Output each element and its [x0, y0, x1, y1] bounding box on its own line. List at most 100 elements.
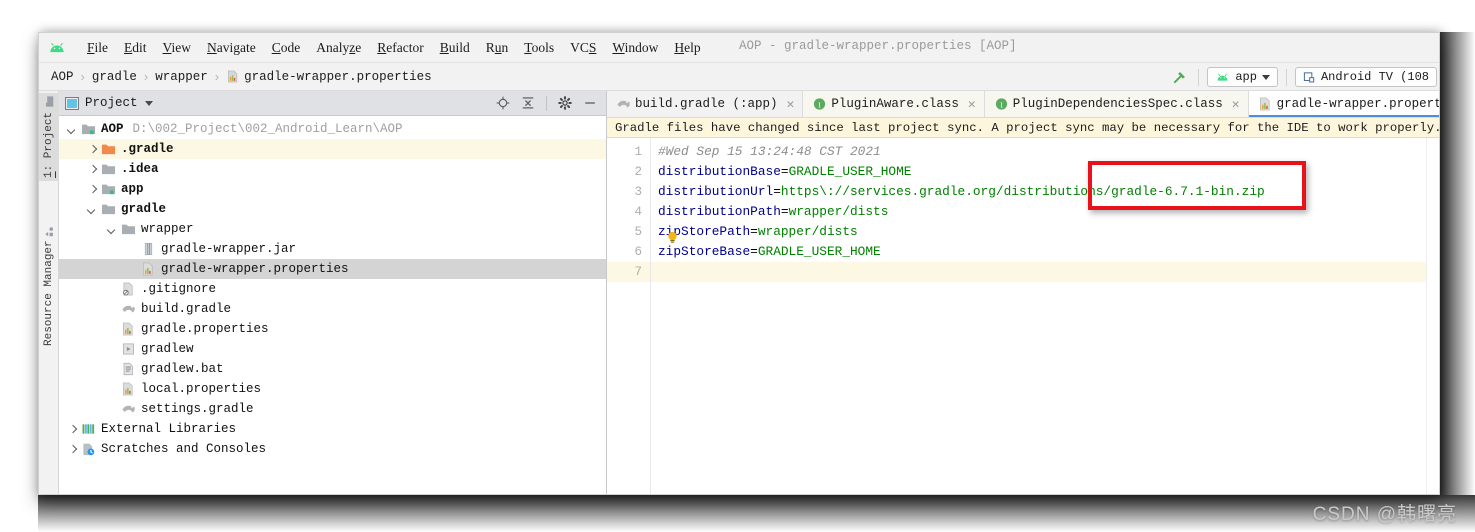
code-token: https\://services.gradle.org/distributio… — [780, 184, 1265, 199]
chevron-closed-icon[interactable] — [67, 444, 78, 455]
tree-row[interactable]: local.properties — [59, 379, 606, 399]
toolstrip-item-resource-manager[interactable]: Resource Manager — [39, 211, 59, 361]
code-line[interactable]: distributionUrl=https\://services.gradle… — [651, 182, 1426, 202]
tree-node-label: gradlew — [141, 342, 194, 356]
line-number-gutter: 1 2 3 4 5 6 7 — [607, 138, 651, 494]
menu-view[interactable]: View — [155, 38, 199, 58]
build-hammer-icon[interactable] — [1168, 67, 1190, 87]
tree-row[interactable]: gradle-wrapper.jar — [59, 239, 606, 259]
editor-tab[interactable]: I PluginDependenciesSpec.class ✕ — [984, 91, 1249, 117]
menu-help[interactable]: Help — [666, 38, 708, 58]
menu-build[interactable]: Build — [432, 38, 478, 58]
tree-row[interactable]: gradle — [59, 199, 606, 219]
menu-vcs[interactable]: VCS — [562, 38, 604, 58]
collapse-all-icon[interactable] — [521, 96, 535, 110]
editor-tab[interactable]: I PluginAware.class ✕ — [803, 91, 985, 117]
close-icon[interactable]: ✕ — [1232, 98, 1240, 111]
lightbulb-icon[interactable] — [667, 231, 678, 245]
code-token: GRADLE_USER_HOME — [788, 164, 912, 179]
chevron-open-icon[interactable] — [107, 224, 118, 235]
project-tree[interactable]: AOP D:\002_Project\002_Android_Learn\AOP.… — [59, 116, 606, 494]
tree-row[interactable]: .idea — [59, 159, 606, 179]
breadcrumb-aop[interactable]: AOP — [51, 70, 74, 84]
toolstrip-item-project[interactable]: 1: Project — [39, 93, 59, 181]
menu-navigate[interactable]: Navigate — [199, 38, 264, 58]
module-folder-icon — [101, 182, 116, 196]
code-line[interactable]: distributionPath=wrapper/dists — [651, 202, 1426, 222]
breadcrumb-gradle[interactable]: gradle — [92, 70, 137, 84]
tree-row[interactable]: gradlew — [59, 339, 606, 359]
menu-run[interactable]: Run — [478, 38, 517, 58]
tree-row[interactable]: Scratches and Consoles — [59, 439, 606, 459]
editor-marker-gutter[interactable] — [1426, 138, 1439, 494]
chevron-open-icon[interactable] — [67, 124, 78, 135]
breadcrumb-wrapper[interactable]: wrapper — [155, 70, 208, 84]
tree-row[interactable]: External Libraries — [59, 419, 606, 439]
tree-row[interactable]: settings.gradle — [59, 399, 606, 419]
locate-icon[interactable] — [496, 96, 510, 110]
code-token: = — [773, 184, 781, 199]
menu-edit[interactable]: Edit — [116, 38, 155, 58]
breadcrumb-file[interactable]: gradle-wrapper.properties — [226, 70, 432, 84]
menu-code[interactable]: Code — [264, 38, 309, 58]
window-shadow-right — [1440, 32, 1475, 495]
chevron-closed-icon[interactable] — [87, 184, 98, 195]
chevron-open-icon[interactable] — [87, 204, 98, 215]
tree-node-label: settings.gradle — [141, 402, 254, 416]
ide-window: File Edit View Navigate Code Analyze Ref… — [38, 32, 1440, 495]
menu-file[interactable]: File — [79, 38, 116, 58]
device-selector[interactable]: Android TV (108 — [1294, 67, 1437, 87]
menu-refactor[interactable]: Refactor — [369, 38, 431, 58]
screenshot-root: File Edit View Navigate Code Analyze Ref… — [0, 0, 1475, 532]
breadcrumb-separator: › — [214, 69, 220, 84]
line-number: 1 — [634, 145, 642, 159]
folder-icon — [101, 162, 116, 176]
menu-window[interactable]: Window — [604, 38, 666, 58]
menu-analyze[interactable]: Analyze — [308, 38, 369, 58]
notification-text: Gradle files have changed since last pro… — [615, 120, 1440, 135]
code-editor[interactable]: 1 2 3 4 5 6 7 #Wed Sep 15 13:24:48 CST 2021 dis… — [607, 138, 1439, 494]
settings-gear-icon[interactable] — [558, 96, 572, 110]
code-lines[interactable]: #Wed Sep 15 13:24:48 CST 2021 distributio… — [651, 138, 1426, 494]
chevron-down-icon[interactable] — [144, 100, 153, 106]
folder-icon — [101, 202, 116, 216]
chevron-closed-icon[interactable] — [67, 424, 78, 435]
tree-row[interactable]: app — [59, 179, 606, 199]
code-token: wrapper/dists — [788, 204, 889, 219]
tree-row[interactable]: .gitignore — [59, 279, 606, 299]
tree-node-label: local.properties — [141, 382, 262, 396]
folder-icon — [121, 222, 136, 236]
tree-node-label: gradle — [121, 202, 167, 216]
code-line[interactable]: distributionBase=GRADLE_USER_HOME — [651, 162, 1426, 182]
editor-tab-label: PluginAware.class — [831, 97, 959, 111]
editor-tab[interactable]: gradle-wrapper.properties✕ — [1248, 91, 1439, 117]
close-icon[interactable]: ✕ — [968, 98, 976, 111]
tree-row[interactable]: .gradle — [59, 139, 606, 159]
code-token: distributionBase — [658, 164, 781, 179]
tree-row[interactable]: gradle-wrapper.properties — [59, 259, 606, 279]
code-line[interactable]: zipStorePath=wrapper/dists — [651, 222, 1426, 242]
chevron-closed-icon[interactable] — [87, 144, 98, 155]
properties-file-icon — [121, 322, 136, 336]
tree-node-label: External Libraries — [101, 422, 237, 436]
code-line[interactable]: zipStoreBase=GRADLE_USER_HOME — [651, 242, 1426, 262]
editor-tab[interactable]: build.gradle (:app) ✕ — [607, 91, 804, 117]
menu-tools[interactable]: Tools — [516, 38, 562, 58]
tree-row[interactable]: AOP D:\002_Project\002_Android_Learn\AOP — [59, 119, 606, 139]
minimize-icon[interactable] — [583, 96, 597, 110]
code-line[interactable]: #Wed Sep 15 13:24:48 CST 2021 — [651, 142, 1426, 162]
run-configuration-selector[interactable]: app — [1207, 67, 1278, 87]
tree-node-label: .gradle — [121, 142, 174, 156]
tree-row[interactable]: gradle.properties — [59, 319, 606, 339]
close-icon[interactable]: ✕ — [787, 98, 795, 111]
ide-body: 1: Project Resource Manager Project AOP … — [39, 91, 1440, 494]
tree-row[interactable]: build.gradle — [59, 299, 606, 319]
panel-separator — [546, 95, 547, 111]
tree-row[interactable]: wrapper — [59, 219, 606, 239]
code-line[interactable] — [651, 262, 1426, 282]
scratches-icon — [81, 442, 96, 456]
tree-node-path: D:\002_Project\002_Android_Learn\AOP — [132, 122, 403, 136]
tree-row[interactable]: gradlew.bat — [59, 359, 606, 379]
project-panel-actions — [496, 95, 600, 111]
chevron-closed-icon[interactable] — [87, 164, 98, 175]
